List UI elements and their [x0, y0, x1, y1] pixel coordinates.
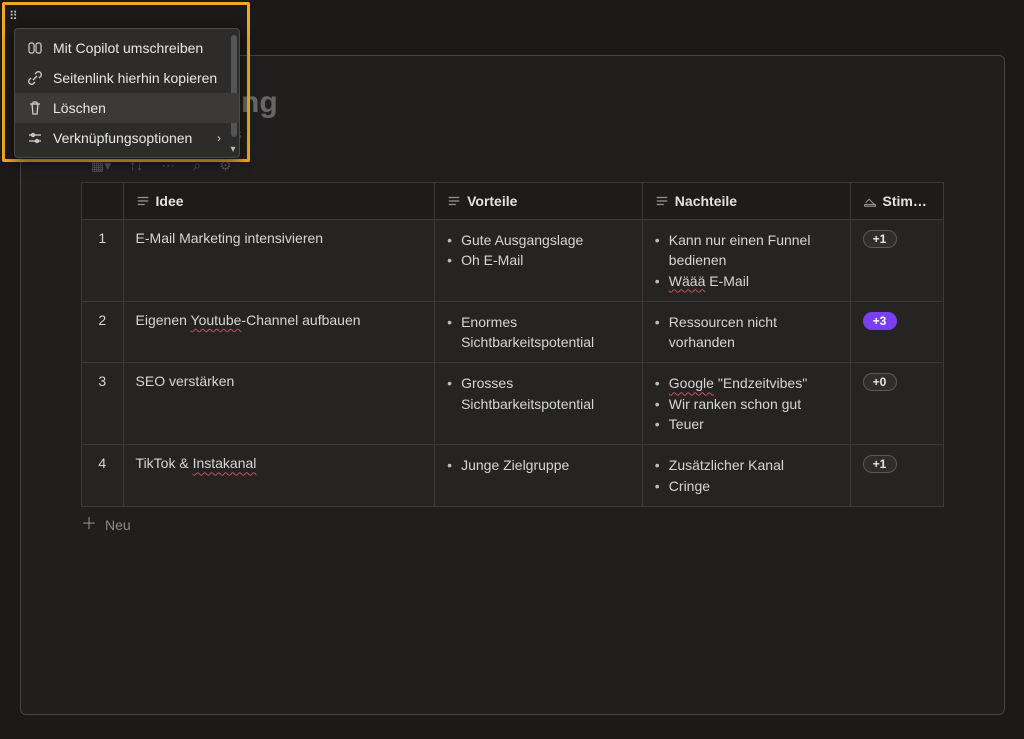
trash-icon [27, 100, 43, 116]
add-row-label: Neu [105, 517, 131, 533]
link-icon [27, 70, 43, 86]
list-item: Ressourcen nicht vorhanden [655, 312, 838, 353]
vote-badge[interactable]: +1 [863, 455, 897, 473]
menu-item-link[interactable]: Seitenlink hierhin kopieren [15, 63, 239, 93]
context-menu: ▾ Mit Copilot umschreibenSeitenlink hier… [14, 28, 240, 158]
col-header-votes-label: Stim… [883, 193, 927, 209]
list-item: Gute Ausgangslage [447, 230, 630, 250]
drag-handle-icon[interactable]: ⠿ [9, 9, 19, 23]
col-header-cons[interactable]: Nachteile [642, 183, 850, 220]
vote-icon [863, 194, 877, 208]
list-item: Cringe [655, 476, 838, 496]
menu-item-trash[interactable]: Löschen [15, 93, 239, 123]
col-header-cons-label: Nachteile [675, 193, 737, 209]
text-lines-icon [447, 194, 461, 208]
menu-item-label: Mit Copilot umschreiben [53, 40, 203, 56]
votes-cell[interactable]: +3 [850, 301, 944, 363]
table-row[interactable]: 4TikTok & Instakanal Junge Zielgruppe Zusä… [82, 445, 944, 507]
vote-badge[interactable]: +1 [863, 230, 897, 248]
cons-cell[interactable]: Kann nur einen Funnel bedienenWäää E-Mai… [642, 220, 850, 302]
col-header-pros[interactable]: Vorteile [435, 183, 643, 220]
list-item: Enormes Sichtbarkeitspotential [447, 312, 630, 353]
idea-cell[interactable]: SEO verstärken [123, 363, 435, 445]
sliders-icon [27, 130, 43, 146]
pros-cell[interactable]: Grosses Sichtbarkeitspotential [435, 363, 643, 445]
toolbar-filter-icon[interactable]: ⋯ [161, 157, 175, 174]
menu-item-label: Verknüpfungsoptionen [53, 130, 192, 146]
row-number: 2 [82, 301, 124, 363]
chevron-right-icon: › [217, 131, 221, 145]
pros-cell[interactable]: Enormes Sichtbarkeitspotential [435, 301, 643, 363]
text-lines-icon [655, 194, 669, 208]
votes-cell[interactable]: +1 [850, 445, 944, 507]
votes-cell[interactable]: +0 [850, 363, 944, 445]
toolbar-grid-icon[interactable]: ▦▾ [91, 157, 111, 174]
menu-item-label: Seitenlink hierhin kopieren [53, 70, 217, 86]
cons-cell[interactable]: Ressourcen nicht vorhanden [642, 301, 850, 363]
list-item: Teuer [655, 414, 838, 434]
col-header-votes[interactable]: Stim… [850, 183, 944, 220]
add-row-button[interactable]: ＋ Neu [81, 517, 131, 533]
table-row[interactable]: 1E-Mail Marketing intensivierenGute Ausg… [82, 220, 944, 302]
menu-item-sliders[interactable]: Verknüpfungsoptionen › [15, 123, 239, 153]
list-item: Oh E-Mail [447, 250, 630, 270]
col-header-number[interactable] [82, 183, 124, 220]
vote-badge[interactable]: +0 [863, 373, 897, 391]
row-number: 1 [82, 220, 124, 302]
col-header-idea-label: Idee [156, 193, 184, 209]
idea-cell[interactable]: TikTok & Instakanal [123, 445, 435, 507]
table-row[interactable]: 3SEO verstärken Grosses Sichtbarkeitspote… [82, 363, 944, 445]
list-item: Wir ranken schon gut [655, 394, 838, 414]
idea-cell[interactable]: E-Mail Marketing intensivieren [123, 220, 435, 302]
idea-cell[interactable]: Eigenen Youtube-Channel aufbauen [123, 301, 435, 363]
vote-badge[interactable]: +3 [863, 312, 897, 330]
menu-item-label: Löschen [53, 100, 106, 116]
list-item: Wäää E-Mail [655, 271, 838, 291]
row-number: 4 [82, 445, 124, 507]
list-item: Zusätzlicher Kanal [655, 455, 838, 475]
table-toolbar: ▦▾ ↑↓ ⋯ ⌕ ⚙ [81, 157, 944, 174]
toolbar-settings-icon[interactable]: ⚙ [219, 157, 232, 174]
col-header-idea[interactable]: Idee [123, 183, 435, 220]
table-row[interactable]: 2Eigenen Youtube-Channel aufbauen Enormes… [82, 301, 944, 363]
list-item: Grosses Sichtbarkeitspotential [447, 373, 630, 414]
plus-icon: ＋ [81, 517, 97, 533]
ideas-table: Idee Vorteile Nachteile [81, 182, 944, 507]
list-item: Kann nur einen Funnel bedienen [655, 230, 838, 271]
copilot-icon [27, 40, 43, 56]
pros-cell[interactable]: Junge Zielgruppe [435, 445, 643, 507]
list-item: Google "Endzeitvibes" [655, 373, 838, 393]
cons-cell[interactable]: Zusätzlicher KanalCringe [642, 445, 850, 507]
col-header-pros-label: Vorteile [467, 193, 517, 209]
menu-item-copilot[interactable]: Mit Copilot umschreiben [15, 33, 239, 63]
toolbar-sort-icon[interactable]: ↑↓ [129, 157, 143, 174]
cons-cell[interactable]: Google "Endzeitvibes"Wir ranken schon gu… [642, 363, 850, 445]
row-number: 3 [82, 363, 124, 445]
pros-cell[interactable]: Gute AusgangslageOh E-Mail [435, 220, 643, 302]
votes-cell[interactable]: +1 [850, 220, 944, 302]
toolbar-search-icon[interactable]: ⌕ [193, 157, 201, 174]
text-lines-icon [136, 194, 150, 208]
list-item: Junge Zielgruppe [447, 455, 630, 475]
